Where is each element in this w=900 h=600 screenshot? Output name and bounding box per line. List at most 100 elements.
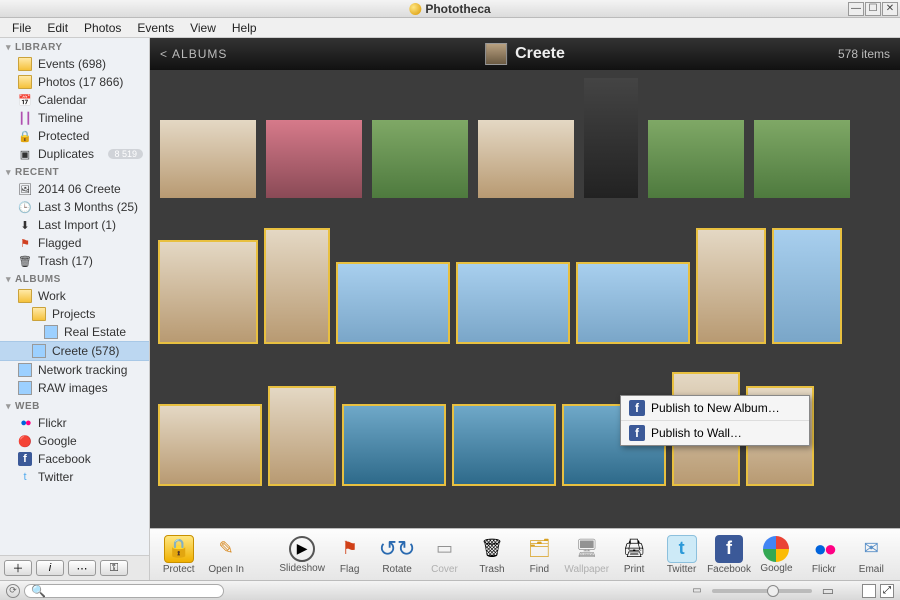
- tool-email[interactable]: ✉Email: [849, 535, 894, 575]
- key-button[interactable]: ⚿: [100, 560, 128, 576]
- photo-thumbnail[interactable]: [476, 118, 576, 200]
- zoom-out-icon[interactable]: ▭: [692, 585, 701, 596]
- close-button[interactable]: ✕: [882, 2, 898, 16]
- tool-wallpaper[interactable]: 🖥Wallpaper: [564, 535, 609, 575]
- sidebar-item-timeline[interactable]: ┃┃Timeline: [0, 109, 149, 127]
- google-icon: [763, 536, 789, 562]
- tool-flickr[interactable]: ●●Flickr: [801, 535, 846, 575]
- search-input[interactable]: 🔍: [24, 584, 224, 598]
- more-button[interactable]: ⋯: [68, 560, 96, 576]
- sidebar-item-events[interactable]: Events (698): [0, 55, 149, 73]
- sidebar-item-raw[interactable]: RAW images: [0, 379, 149, 397]
- facebook-icon: f: [715, 535, 743, 563]
- tool-rotate[interactable]: ↺↻Rotate: [374, 535, 419, 575]
- sidebar-item-work[interactable]: Work: [0, 287, 149, 305]
- tool-label: Twitter: [667, 564, 696, 575]
- flickr-icon: ●●: [18, 416, 32, 430]
- tool-slideshow[interactable]: ▶Slideshow: [279, 536, 325, 574]
- photo-thumbnail[interactable]: [158, 404, 262, 486]
- photo-thumbnail[interactable]: [456, 262, 570, 344]
- menu-photos[interactable]: Photos: [76, 21, 129, 35]
- menu-view[interactable]: View: [182, 21, 224, 35]
- photo-thumbnail[interactable]: [158, 118, 258, 200]
- minimize-button[interactable]: —: [848, 2, 864, 16]
- sidebar-header-albums[interactable]: ALBUMS: [0, 270, 149, 287]
- photo-thumbnail[interactable]: [336, 262, 450, 344]
- fullscreen-button[interactable]: ⤢: [880, 584, 894, 598]
- photo-thumbnail[interactable]: [158, 240, 258, 344]
- sidebar: LIBRARY Events (698) Photos (17 866) 📅Ca…: [0, 38, 150, 580]
- ctx-publish-wall[interactable]: f Publish to Wall…: [621, 421, 809, 445]
- tool-flag[interactable]: ⚑Flag: [327, 535, 372, 575]
- tool-find[interactable]: 🗂Find: [517, 535, 562, 575]
- sidebar-item-google[interactable]: 🔴Google: [0, 432, 149, 450]
- menu-edit[interactable]: Edit: [39, 21, 76, 35]
- tool-twitter[interactable]: tTwitter: [659, 535, 704, 575]
- thumbnail-size-slider[interactable]: [712, 589, 812, 593]
- photo-thumbnail[interactable]: [268, 386, 336, 486]
- maximize-button[interactable]: ☐: [865, 2, 881, 16]
- statusbar: ⟳ 🔍 ▭ ▭ ⤢: [0, 580, 900, 600]
- tool-print[interactable]: 🖨Print: [611, 535, 656, 575]
- sidebar-item-recent-creete[interactable]: 🖼2014 06 Creete: [0, 180, 149, 198]
- tool-facebook[interactable]: fFacebook: [706, 535, 751, 575]
- sidebar-item-photos[interactable]: Photos (17 866): [0, 73, 149, 91]
- sidebar-item-facebook[interactable]: fFacebook: [0, 450, 149, 468]
- sidebar-item-twitter[interactable]: tTwitter: [0, 468, 149, 486]
- album-title-thumb: [485, 43, 507, 65]
- info-button[interactable]: i: [36, 560, 64, 576]
- sidebar-item-calendar[interactable]: 📅Calendar: [0, 91, 149, 109]
- photo-thumbnail[interactable]: [696, 228, 766, 344]
- photo-grid[interactable]: f Publish to New Album… f Publish to Wal…: [150, 70, 900, 528]
- menu-help[interactable]: Help: [224, 21, 265, 35]
- album-title-text: Creete: [515, 45, 565, 63]
- tool-label: Find: [530, 564, 549, 575]
- photo-thumbnail[interactable]: [752, 118, 852, 200]
- sidebar-item-realestate[interactable]: Real Estate: [0, 323, 149, 341]
- sidebar-item-network[interactable]: Network tracking: [0, 361, 149, 379]
- back-label: ALBUMS: [172, 47, 227, 61]
- photo-thumbnail[interactable]: [582, 76, 640, 200]
- sidebar-item-label: Calendar: [38, 93, 87, 107]
- photo-thumbnail[interactable]: [342, 404, 446, 486]
- sidebar-item-label: Last 3 Months (25): [38, 200, 138, 214]
- sidebar-item-flickr[interactable]: ●●Flickr: [0, 414, 149, 432]
- sidebar-item-flagged[interactable]: ⚑Flagged: [0, 234, 149, 252]
- ctx-publish-new-album[interactable]: f Publish to New Album…: [621, 396, 809, 421]
- sidebar-header-web[interactable]: WEB: [0, 397, 149, 414]
- photo-thumbnail[interactable]: [370, 118, 470, 200]
- folder-icon: [32, 307, 46, 321]
- photo-thumbnail[interactable]: [646, 118, 746, 200]
- facebook-icon: f: [629, 425, 645, 441]
- tool-cover[interactable]: ▭Cover: [422, 535, 467, 575]
- content-pane: < ALBUMS Creete 578 items: [150, 38, 900, 580]
- photo-thumbnail[interactable]: [264, 228, 330, 344]
- tool-openin[interactable]: ✎Open In: [203, 535, 248, 575]
- sidebar-item-duplicates[interactable]: ▣Duplicates8 519: [0, 145, 149, 163]
- sidebar-item-creete[interactable]: Creete (578): [0, 341, 149, 361]
- view-grid-button[interactable]: [862, 584, 876, 598]
- back-to-albums[interactable]: < ALBUMS: [160, 47, 227, 61]
- sidebar-header-recent[interactable]: RECENT: [0, 163, 149, 180]
- sidebar-item-last3months[interactable]: 🕒Last 3 Months (25): [0, 198, 149, 216]
- sidebar-item-protected[interactable]: 🔒Protected: [0, 127, 149, 145]
- tool-trash[interactable]: 🗑Trash: [469, 535, 514, 575]
- tool-protect[interactable]: 🔒Protect: [156, 535, 201, 575]
- photo-thumbnail[interactable]: [264, 118, 364, 200]
- sidebar-item-trash[interactable]: 🗑Trash (17): [0, 252, 149, 270]
- sidebar-item-projects[interactable]: Projects: [0, 305, 149, 323]
- photo-thumbnail[interactable]: [772, 228, 842, 344]
- zoom-in-icon[interactable]: ▭: [822, 583, 834, 599]
- sidebar-item-label: Events (698): [38, 57, 106, 71]
- photo-thumbnail[interactable]: [452, 404, 556, 486]
- menu-file[interactable]: File: [4, 21, 39, 35]
- menu-events[interactable]: Events: [129, 21, 182, 35]
- photo-thumbnail[interactable]: [576, 262, 690, 344]
- sidebar-item-lastimport[interactable]: ⬇Last Import (1): [0, 216, 149, 234]
- tool-google[interactable]: Google: [754, 536, 799, 574]
- add-button[interactable]: ＋: [4, 560, 32, 576]
- sync-indicator[interactable]: ⟳: [6, 584, 20, 598]
- twitter-icon: t: [18, 470, 32, 484]
- sidebar-item-label: Network tracking: [38, 363, 127, 377]
- sidebar-header-library[interactable]: LIBRARY: [0, 38, 149, 55]
